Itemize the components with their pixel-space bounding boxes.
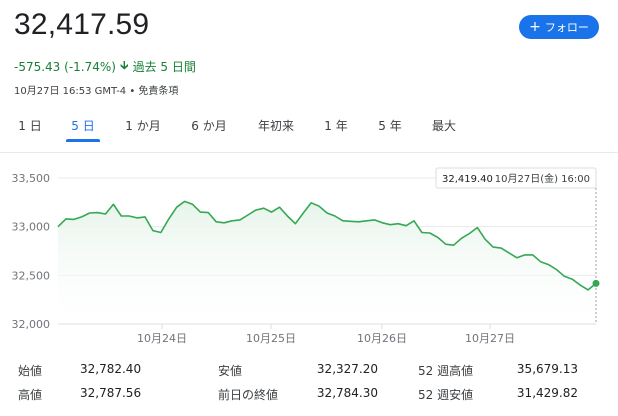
tab-1y[interactable]: 1 年 [322,116,350,138]
stat-low-label: 安値 [218,364,243,378]
tab-5y[interactable]: 5 年 [376,116,404,138]
y-tick-label: 33,000 [12,221,51,234]
tab-1m[interactable]: 1 か月 [124,116,162,138]
area-fill [58,201,596,324]
stat-high-value: 32,787.56 [80,386,142,400]
stat-52w-low-label: 52 週安値 [418,388,474,402]
x-tick-label: 10月25日 [246,332,296,345]
x-tick-label: 10月27日 [465,332,515,345]
tab-6m[interactable]: 6 か月 [188,116,230,138]
price: 32,417.59 [14,8,150,41]
tab-1d[interactable]: 1 日 [18,116,42,138]
tooltip-time: 10月27日(金) 16:00 [495,172,590,185]
stat-high-label: 高値 [18,388,43,402]
follow-label: フォロー [544,21,589,34]
change-row: -575.43 (-1.74%) 🡳 過去 5 日間 [14,56,196,77]
y-tick-label: 32,000 [12,318,51,331]
arrow-down-icon: 🡳 [119,58,129,72]
x-tick-label: 10月24日 [137,332,187,345]
last-point [592,279,600,287]
stat-prev-close-label: 前日の終値 [218,388,279,402]
stat-open-value: 32,782.40 [80,362,142,376]
y-tick-label: 33,500 [12,172,51,185]
tooltip-value: 32,419.40 [442,174,493,185]
stat-low-value: 32,327.20 [316,362,378,376]
range-tabs: 1 日 5 日 1 か月 6 か月 年初来 1 年 5 年 最大 [0,112,618,142]
follow-button[interactable]: + フォロー [519,15,599,39]
tab-ytd[interactable]: 年初来 [256,116,296,138]
stat-52w-high-value: 35,679.13 [516,362,578,376]
tabs-divider [0,152,618,153]
stat-open-label: 始値 [18,364,43,378]
y-tick-label: 32,500 [12,269,51,282]
tab-max[interactable]: 最大 [430,116,458,138]
stat-52w-low-value: 31,429.82 [516,386,578,400]
stat-52w-high-label: 52 週高値 [418,364,474,378]
x-tick-label: 10月26日 [357,332,407,345]
price-chart[interactable]: 33,500 33,000 32,500 32,000 10月24日 10月25日 10月2… [0,160,618,350]
timestamp-disclaimer: 10月27日 16:53 GMT-4 • 免責条項 [14,86,179,97]
change-period: 過去 5 日間 [132,60,196,74]
stat-prev-close-value: 32,784.30 [316,386,378,400]
plus-icon: + [529,19,541,35]
change-value: -575.43 (-1.74%) [14,59,116,74]
tab-5d[interactable]: 5 日 [66,116,100,142]
